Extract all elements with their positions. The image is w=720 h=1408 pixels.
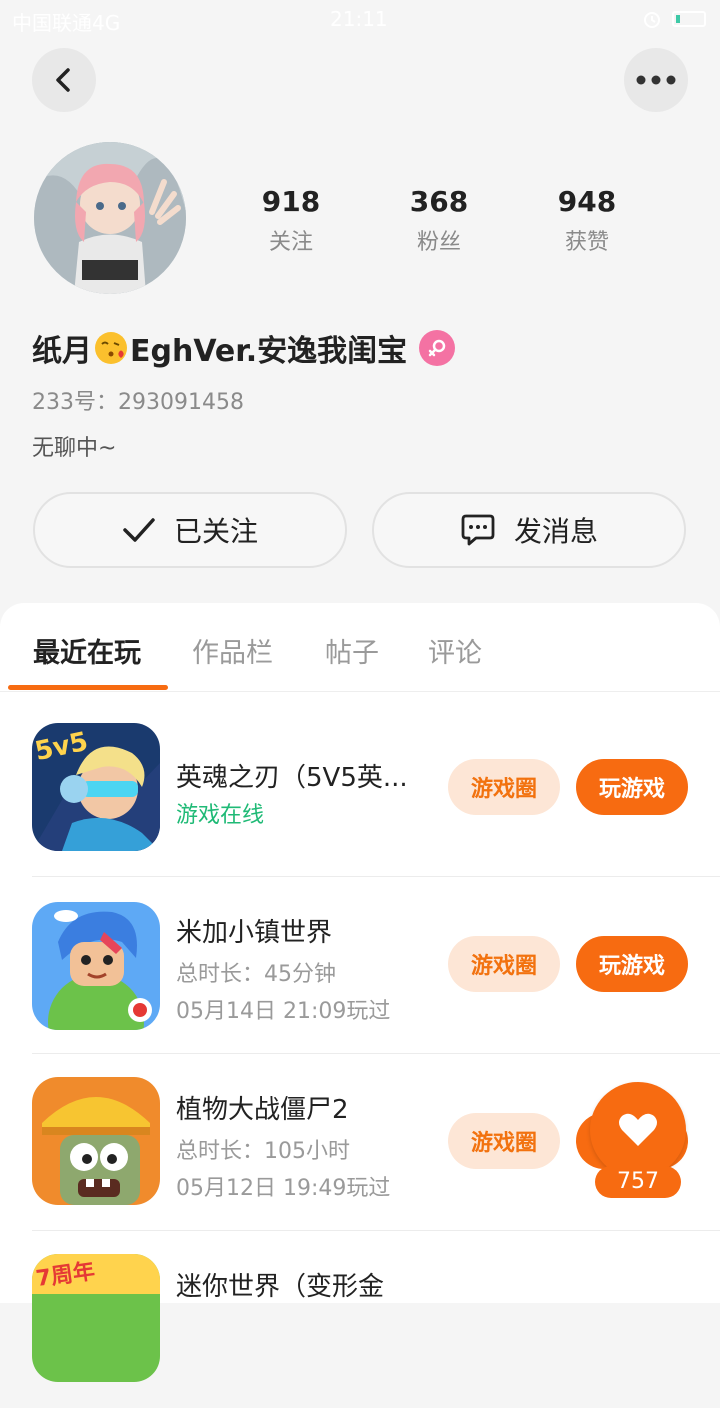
- female-gender-badge: [419, 330, 456, 366]
- following-label: 关注: [268, 230, 313, 255]
- following-button-label: 已关注: [173, 515, 258, 548]
- row-divider: [32, 1230, 720, 1231]
- following-stat[interactable]: 918 关注: [231, 184, 351, 256]
- female-icon: [428, 339, 446, 357]
- alarm-icon: [644, 12, 660, 28]
- likes-label: 获赞: [564, 230, 609, 255]
- avatar[interactable]: [34, 142, 186, 294]
- game-icon[interactable]: [32, 902, 160, 1030]
- game-status: 游戏在线: [176, 803, 265, 828]
- tab-recently-played[interactable]: 最近在玩: [33, 631, 141, 670]
- list-item[interactable]: 5v5 英魂之刃（5V5英... 游戏在线 游戏圈 玩游戏: [0, 701, 720, 877]
- checkmark-icon: [123, 518, 155, 542]
- floating-like-button[interactable]: [590, 1082, 686, 1178]
- followers-stat[interactable]: 368 粉丝: [379, 184, 499, 256]
- game-icon[interactable]: 5v5: [32, 723, 160, 851]
- status-bar: 中国联通4G 21:11: [0, 0, 720, 40]
- list-item[interactable]: 米加小镇世界 总时长：45分钟 05月14日 21:09玩过 游戏圈 玩游戏: [0, 878, 720, 1054]
- row-divider: [32, 1053, 720, 1054]
- game-circle-button[interactable]: 游戏圈: [448, 759, 560, 815]
- following-button[interactable]: 已关注: [33, 492, 347, 568]
- like-count-badge: 757: [595, 1166, 681, 1198]
- tab-bar: 最近在玩 作品栏 帖子 评论: [0, 603, 720, 692]
- send-message-label: 发消息: [513, 515, 598, 548]
- more-dots-icon: [636, 75, 676, 85]
- game-playtime: 总时长：45分钟: [176, 962, 336, 987]
- game-title: 英魂之刃（5V5英...: [176, 763, 408, 793]
- status-icons: [642, 9, 706, 29]
- status-time: 21:11: [330, 7, 388, 31]
- game-circle-button[interactable]: 游戏圈: [448, 1113, 560, 1169]
- back-button[interactable]: [32, 48, 96, 112]
- username-suffix: EghVer.安逸我闺宝: [130, 334, 408, 369]
- more-options-button[interactable]: [624, 48, 688, 112]
- avatar-illustration: [34, 142, 186, 294]
- send-message-button[interactable]: 发消息: [372, 492, 686, 568]
- username-prefix: 纸月: [32, 334, 92, 369]
- active-tab-indicator: [8, 685, 168, 690]
- content-card: 最近在玩 作品栏 帖子 评论 5v5 英魂之刃（5V5英... 游戏在线 游戏圈…: [0, 603, 720, 1382]
- heart-icon: [619, 1113, 657, 1146]
- play-game-button[interactable]: 玩游戏: [576, 936, 688, 992]
- game-playtime: 总时长：105小时: [176, 1139, 350, 1164]
- back-arrow-icon: [56, 68, 70, 92]
- game-icon[interactable]: [32, 1077, 160, 1205]
- tab-posts[interactable]: 帖子: [325, 631, 379, 670]
- carrier-label: 中国联通4G: [12, 11, 121, 35]
- game-last-played: 05月14日 21:09玩过: [176, 999, 391, 1024]
- tab-works[interactable]: 作品栏: [192, 631, 273, 670]
- play-game-button[interactable]: 玩游戏: [576, 759, 688, 815]
- user-id: 233号：293091458: [32, 390, 244, 415]
- game-title: 米加小镇世界: [176, 918, 333, 948]
- likes-stat[interactable]: 948 获赞: [527, 184, 647, 256]
- tab-comments[interactable]: 评论: [428, 631, 482, 670]
- following-count: 918: [261, 185, 321, 218]
- username: 纸月 EghVer.安逸我闺宝: [32, 326, 456, 370]
- game-circle-button[interactable]: 游戏圈: [448, 936, 560, 992]
- game-icon[interactable]: 7周年: [32, 1254, 160, 1382]
- followers-label: 粉丝: [416, 230, 461, 255]
- game-title: 植物大战僵尸2: [176, 1095, 349, 1125]
- battery-icon: [672, 11, 706, 27]
- row-divider: [32, 876, 720, 877]
- kiss-emoji-icon: [95, 332, 127, 364]
- followers-count: 368: [409, 185, 469, 218]
- list-item[interactable]: 7周年 迷你世界（变形金: [0, 1232, 720, 1408]
- chat-bubble-icon: [461, 514, 495, 546]
- likes-count: 948: [557, 185, 617, 218]
- user-bio: 无聊中~: [32, 436, 117, 461]
- game-title: 迷你世界（变形金: [176, 1272, 385, 1302]
- game-last-played: 05月12日 19:49玩过: [176, 1176, 391, 1201]
